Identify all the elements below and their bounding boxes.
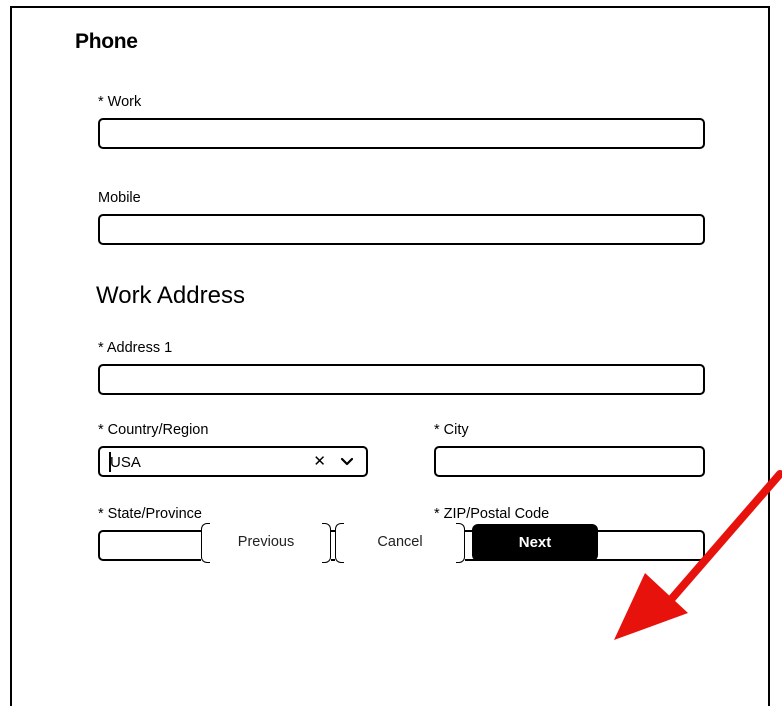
red-arrow-icon	[614, 470, 782, 640]
